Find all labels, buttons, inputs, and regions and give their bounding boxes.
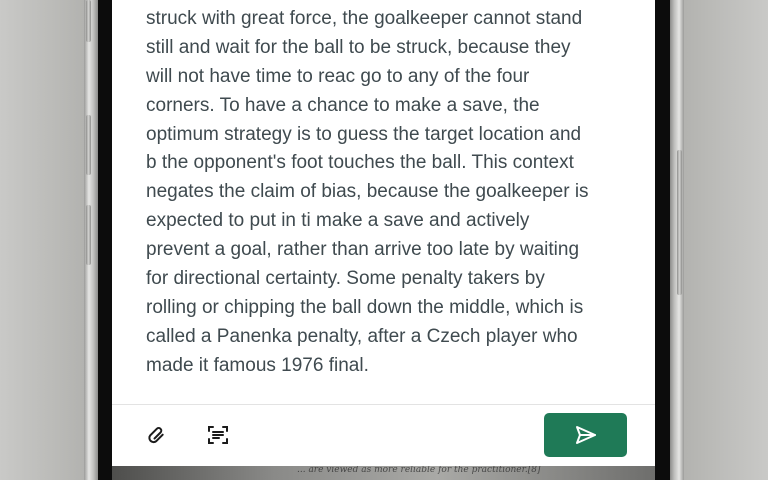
text-line: b the opponent's foot touches the ball. … [146,152,574,174]
photo-scene: struck with great force, the goalkeeper … [0,0,768,480]
background-page-strip: ... are viewed as more reliable for the … [112,466,655,480]
background-page-text: ... are viewed as more reliable for the … [297,466,541,475]
phone-side-button-right [677,150,682,295]
text-line: made it famous 1976 final. [146,354,369,376]
attach-button[interactable] [142,420,172,450]
phone-side-button-left-mid [86,115,91,175]
send-button[interactable] [544,413,627,457]
text-line: expected to put in ti make a save and ac… [146,210,530,232]
text-line: prevent a goal, rather than arrive too l… [146,239,580,261]
text-line: negates the claim of bias, because the g… [146,181,589,203]
phone-screen: struck with great force, the goalkeeper … [112,0,655,466]
text-line: still and wait for the ball to be struck… [146,36,571,58]
scan-text-icon [208,426,228,444]
text-line: struck with great force, the goalkeeper … [146,8,583,29]
text-line: rolling or chipping the ball down the mi… [146,296,584,318]
toolbar-divider [112,404,655,405]
text-line: corners. To have a chance to make a save… [146,94,540,116]
text-line: for directional certainty. Some penalty … [146,268,545,290]
paperclip-icon [148,427,164,444]
text-line: will not have time to reac go to any of … [146,65,530,87]
text-line: called a Panenka penalty, after a Czech … [146,325,578,347]
scan-text-button[interactable] [203,420,233,450]
recognized-text[interactable]: struck with great force, the goalkeeper … [146,5,626,381]
send-icon [575,426,596,444]
text-line: optimum strategy is to guess the target … [146,123,582,145]
phone-side-button-left-low [86,205,91,265]
phone-side-button-left-top [86,0,91,42]
